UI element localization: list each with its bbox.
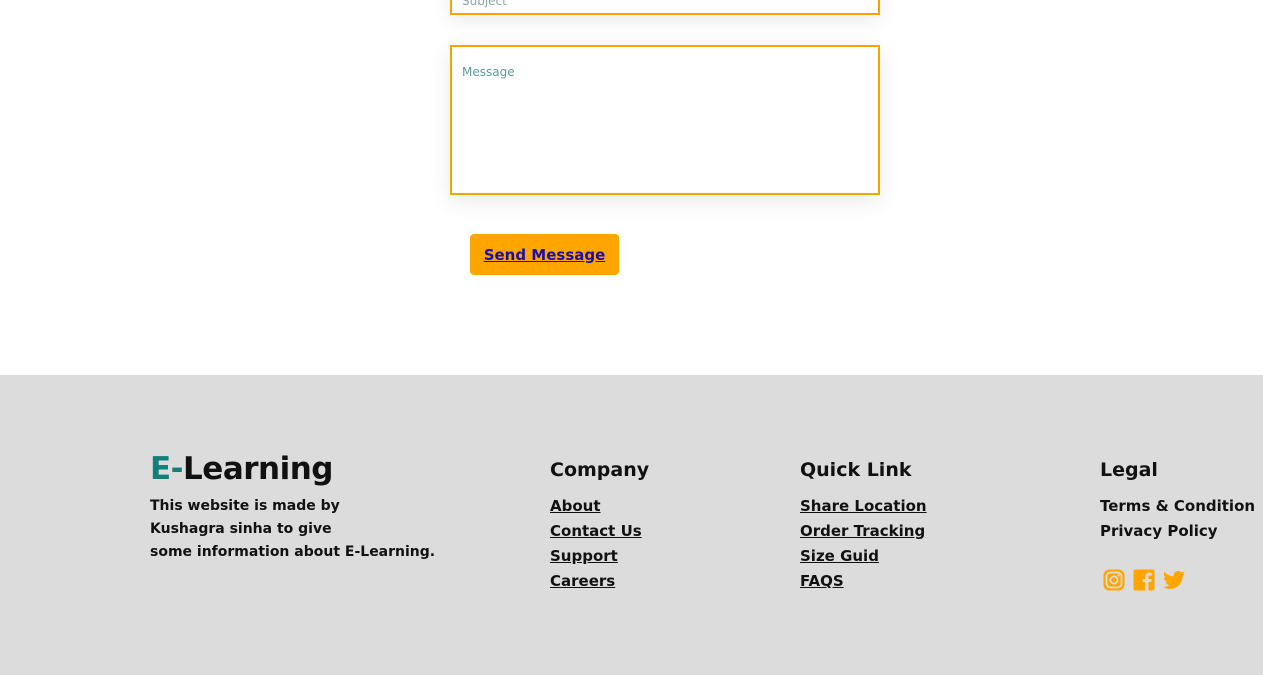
link-share-location[interactable]: Share Location [800, 494, 927, 519]
legal-heading: Legal [1100, 459, 1158, 481]
about-line: some information about E-Learning. [150, 544, 436, 560]
quick-link-heading: Quick Link [800, 459, 912, 481]
subject-field[interactable]: Subject [450, 0, 880, 15]
send-message-button[interactable]: Send Message [470, 234, 619, 275]
facebook-icon[interactable] [1132, 568, 1156, 592]
social-links [1102, 568, 1186, 592]
message-placeholder: Message [462, 65, 515, 79]
about-line: This website is made by [150, 498, 340, 514]
footer-column-company: Company About Contact Us Support Careers [550, 459, 649, 594]
link-size-guid[interactable]: Size Guid [800, 544, 927, 569]
footer-column-quick-link: Quick Link Share Location Order Tracking… [800, 459, 927, 594]
link-about[interactable]: About [550, 494, 649, 519]
link-careers[interactable]: Careers [550, 569, 649, 594]
link-privacy-policy[interactable]: Privacy Policy [1100, 519, 1255, 544]
footer-column-legal: Legal Terms & Condition Privacy Policy [1100, 459, 1255, 544]
page: Subject Message Send Message E-Learning … [0, 0, 1263, 675]
link-faqs[interactable]: FAQS [800, 569, 927, 594]
about-line: Kushagra sinha to give [150, 521, 332, 537]
message-field[interactable]: Message [450, 45, 880, 195]
link-contact-us[interactable]: Contact Us [550, 519, 649, 544]
link-support[interactable]: Support [550, 544, 649, 569]
about-text: This website is made by Kushagra sinha t… [150, 495, 450, 564]
link-order-tracking[interactable]: Order Tracking [800, 519, 927, 544]
link-terms-condition[interactable]: Terms & Condition [1100, 494, 1255, 519]
brand-name: Learning [183, 451, 333, 487]
footer: E-Learning This website is made by Kusha… [0, 375, 1263, 675]
brand-logo[interactable]: E-Learning [150, 451, 333, 487]
subject-placeholder: Subject [462, 0, 507, 8]
twitter-icon[interactable] [1162, 568, 1186, 592]
instagram-icon[interactable] [1102, 568, 1126, 592]
brand-prefix: E- [150, 451, 184, 487]
company-heading: Company [550, 459, 650, 481]
